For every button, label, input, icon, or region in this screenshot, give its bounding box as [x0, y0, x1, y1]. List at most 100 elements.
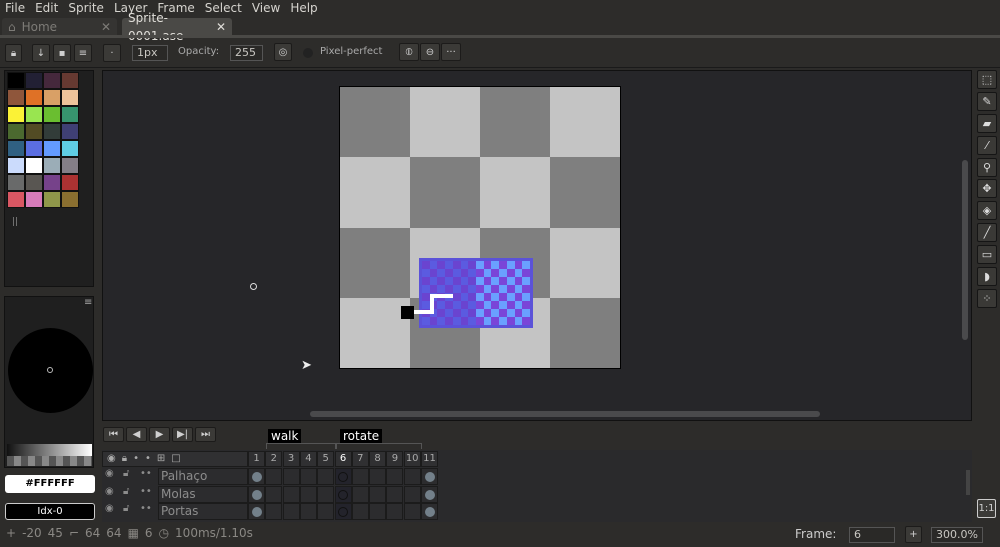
- symmetry-horizontal-icon[interactable]: ⊖: [420, 43, 440, 61]
- brush-type-button[interactable]: ·: [103, 44, 121, 62]
- eye-icon[interactable]: ◉: [105, 503, 114, 514]
- symmetry-vertical-icon[interactable]: ⦶: [399, 43, 419, 61]
- lock-icon[interactable]: 🔓︎: [123, 486, 129, 497]
- lasso-tool-icon[interactable]: ◗: [977, 267, 997, 286]
- frame-cel[interactable]: [386, 468, 404, 485]
- menu-lines-icon[interactable]: ≡: [84, 297, 92, 308]
- frame-cel[interactable]: [317, 503, 335, 520]
- alpha-bar[interactable]: [7, 456, 92, 466]
- palette-swatch[interactable]: [7, 174, 25, 191]
- fill-tool-icon[interactable]: ◈: [977, 201, 997, 220]
- layer-row[interactable]: ◉ 🔓︎ •• Portas: [103, 503, 248, 520]
- frame-cel[interactable]: [351, 503, 369, 520]
- ink-icon[interactable]: ◎: [274, 43, 292, 61]
- palette-swatch[interactable]: [25, 123, 43, 140]
- frame-cel[interactable]: [369, 468, 387, 485]
- lock-icon[interactable]: 🔒︎: [5, 44, 22, 62]
- continuous-icon[interactable]: ••: [140, 468, 152, 479]
- close-icon[interactable]: ✕: [101, 18, 111, 36]
- frame-header[interactable]: 11: [421, 451, 438, 467]
- bg-color-index-button[interactable]: Idx-0: [5, 503, 95, 520]
- frame-header[interactable]: 9: [386, 451, 404, 467]
- frame-cel[interactable]: [386, 485, 404, 503]
- menu-file[interactable]: File: [0, 0, 30, 17]
- palette-swatch[interactable]: [43, 72, 61, 89]
- palette-swatch[interactable]: [7, 191, 25, 208]
- palette-swatch[interactable]: [43, 157, 61, 174]
- palette-swatch[interactable]: [7, 123, 25, 140]
- frame-cel[interactable]: [248, 485, 265, 503]
- lock-icon[interactable]: 🔓︎: [123, 503, 129, 514]
- menu-edit[interactable]: Edit: [30, 0, 63, 17]
- frame-cel[interactable]: [351, 485, 369, 503]
- lock-icon[interactable]: 🔒︎: [122, 453, 133, 464]
- frame-cel[interactable]: [299, 468, 317, 485]
- frame-cel[interactable]: [369, 503, 387, 520]
- add-frame-button[interactable]: +: [905, 526, 922, 543]
- continuous-icon[interactable]: ••: [140, 486, 152, 497]
- tab-sprite[interactable]: Sprite-0001.ase✕: [122, 11, 232, 43]
- frame-cel[interactable]: [334, 485, 352, 503]
- prev-frame-button[interactable]: ◀: [126, 427, 147, 442]
- lock-icon[interactable]: 🔓︎: [123, 468, 129, 479]
- frame-cel[interactable]: [403, 485, 421, 503]
- frame-cel[interactable]: [351, 468, 369, 485]
- eraser-tool-icon[interactable]: ▰: [977, 114, 997, 133]
- frame-header[interactable]: 10: [403, 451, 421, 467]
- palette-swatch[interactable]: [61, 174, 79, 191]
- frame-cel[interactable]: [403, 468, 421, 485]
- brush-size-field[interactable]: 1px: [132, 45, 168, 61]
- palette-swatch[interactable]: [7, 89, 25, 106]
- palette-swatch[interactable]: [25, 140, 43, 157]
- timeline-scrollbar[interactable]: [966, 470, 970, 495]
- eye-icon[interactable]: ◉: [107, 453, 122, 464]
- opacity-field[interactable]: 255: [230, 45, 263, 61]
- frame-cel[interactable]: [248, 468, 265, 485]
- palette-swatch[interactable]: [61, 89, 79, 106]
- palette-swatch[interactable]: [7, 157, 25, 174]
- first-frame-button[interactable]: ⏮: [103, 427, 124, 442]
- palette-swatch[interactable]: [25, 157, 43, 174]
- rectangle-tool-icon[interactable]: ▭: [977, 245, 997, 264]
- layer-name[interactable]: Palhaço: [158, 468, 248, 485]
- play-button[interactable]: ▶: [149, 427, 170, 442]
- frame-cel[interactable]: [421, 503, 438, 520]
- menu-help[interactable]: Help: [285, 0, 322, 17]
- frame-cel[interactable]: [403, 503, 421, 520]
- palette-swatch[interactable]: [43, 174, 61, 191]
- frame-cel[interactable]: [421, 468, 438, 485]
- menu-lines-icon[interactable]: ≡: [74, 44, 92, 62]
- next-frame-button[interactable]: ▶|: [172, 427, 193, 442]
- palette-swatch[interactable]: [7, 140, 25, 157]
- eye-icon[interactable]: ◉: [105, 468, 114, 479]
- layer-row[interactable]: ◉ 🔓︎ •• Molas: [103, 485, 248, 503]
- layer-name[interactable]: Portas: [158, 503, 248, 520]
- spray-tool-icon[interactable]: ⁘: [977, 289, 997, 308]
- zoom-tool-icon[interactable]: ⚲: [977, 158, 997, 177]
- frame-header[interactable]: 3: [282, 451, 300, 467]
- palette-swatch[interactable]: [61, 123, 79, 140]
- palette-swatch[interactable]: [43, 191, 61, 208]
- download-icon[interactable]: ↓: [32, 44, 50, 62]
- palette-swatch[interactable]: [25, 89, 43, 106]
- frame-field[interactable]: 6: [849, 527, 895, 543]
- palette-swatch[interactable]: [25, 174, 43, 191]
- frame-cel[interactable]: [369, 485, 387, 503]
- frame-cel[interactable]: [317, 485, 335, 503]
- frame-header[interactable]: 6: [334, 451, 352, 467]
- palette-swatch[interactable]: [25, 72, 43, 89]
- square-icon[interactable]: □: [171, 453, 186, 464]
- frame-cel[interactable]: [265, 468, 283, 485]
- frame-cel[interactable]: [299, 485, 317, 503]
- frame-cel[interactable]: [265, 485, 283, 503]
- frame-cel[interactable]: [248, 503, 265, 520]
- frame-cel[interactable]: [282, 485, 300, 503]
- palette-swatch[interactable]: [43, 123, 61, 140]
- frame-cel[interactable]: [282, 503, 300, 520]
- frame-header[interactable]: 7: [351, 451, 369, 467]
- frame-header[interactable]: 2: [265, 451, 283, 467]
- layer-row[interactable]: ◉ 🔓︎ •• Palhaço: [103, 468, 248, 485]
- horizontal-scrollbar[interactable]: [310, 411, 820, 417]
- palette-swatch[interactable]: [61, 140, 79, 157]
- frame-cel[interactable]: [334, 503, 352, 520]
